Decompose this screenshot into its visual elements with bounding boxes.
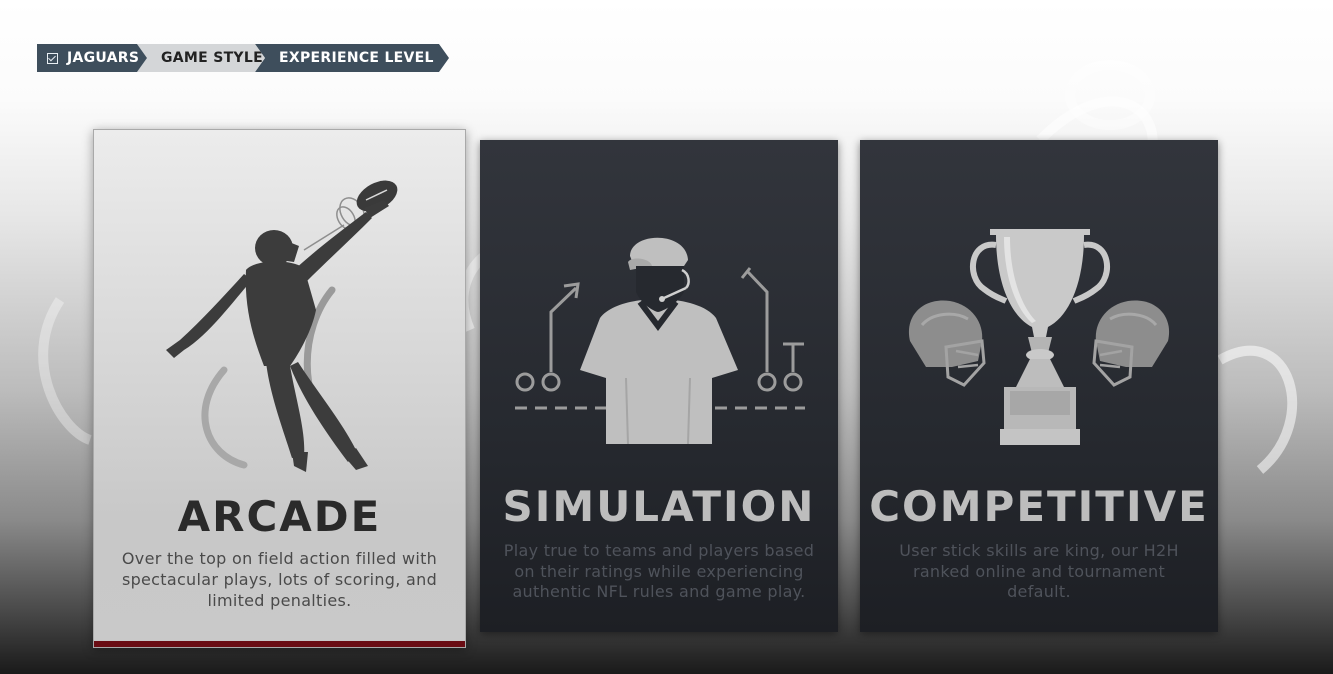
simulation-card[interactable]: SIMULATION Play true to teams and player… [480,140,838,632]
checkbox-icon [47,53,58,64]
breadcrumb-team-label: JAGUARS [67,50,140,66]
breadcrumb: JAGUARS GAME STYLE EXPERIENCE LEVEL [37,44,449,72]
coach-playbook-icon [515,237,805,445]
breadcrumb-game-style[interactable]: GAME STYLE [137,44,265,72]
card-title: SIMULATION [502,482,816,531]
football-catch-icon [166,180,398,472]
breadcrumb-experience-level[interactable]: EXPERIENCE LEVEL [255,44,449,72]
breadcrumb-game-style-label: GAME STYLE [161,50,263,66]
breadcrumb-team[interactable]: JAGUARS [37,44,147,72]
competitive-card[interactable]: COMPETITIVE User stick skills are king, … [860,140,1218,632]
breadcrumb-experience-level-label: EXPERIENCE LEVEL [279,50,434,66]
selected-indicator [94,641,465,647]
card-description: Play true to teams and players based on … [503,541,815,601]
card-description: User stick skills are king, our H2H rank… [899,541,1179,601]
trophy-helmets-icon [908,229,1170,445]
card-title: ARCADE [177,492,382,541]
arcade-card[interactable]: ARCADE Over the top on field action fill… [93,129,466,648]
card-title: COMPETITIVE [869,482,1209,531]
card-description: Over the top on field action filled with… [121,549,438,610]
